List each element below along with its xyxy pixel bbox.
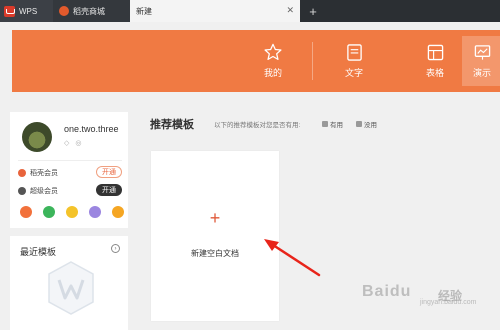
watermark: Baidu	[362, 283, 412, 300]
watermark-url: jingyan.baidu.com	[420, 299, 477, 306]
annotation-arrow	[264, 239, 321, 277]
